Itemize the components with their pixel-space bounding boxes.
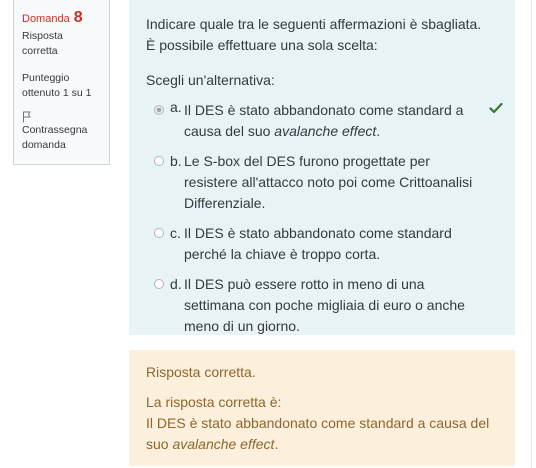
option-text-b: Le S-box del DES furono progettate per r…	[184, 153, 473, 211]
question-number: Domanda 8	[22, 10, 101, 27]
right-answer-label: La risposta corretta è:	[146, 394, 282, 410]
question-formulation: Indicare quale tra le seguenti affermazi…	[129, 0, 515, 335]
right-answer: La risposta corretta è: Il DES è stato ab…	[146, 392, 491, 455]
flag-question-link[interactable]: Contrassegna domanda	[22, 111, 101, 153]
radio-button-d[interactable]	[154, 279, 164, 289]
question-page: Domanda 8 Risposta corretta Punteggio ot…	[0, 0, 536, 468]
flag-icon[interactable]	[22, 111, 32, 123]
radio-button-a[interactable]	[154, 105, 164, 115]
right-answer-em: avalanche effect	[172, 436, 275, 452]
option-text-a-end: .	[376, 123, 381, 139]
page-edge-divider	[531, 0, 532, 468]
feedback-main: Risposta corretta.	[146, 364, 256, 380]
question-number-value: 8	[73, 9, 83, 26]
answer-options: a. Il DES è stato abbandonato come stand…	[146, 99, 503, 337]
option-text-a: Il DES è stato abbandonato come standard…	[184, 100, 474, 142]
question-state: Risposta corretta	[22, 30, 63, 57]
radio-button-c[interactable]	[154, 228, 164, 238]
option-text-a-em: avalanche effect	[274, 123, 377, 139]
check-icon	[489, 102, 503, 114]
answer-option-a[interactable]: a. Il DES è stato abbandonato come stand…	[146, 99, 503, 142]
question-text: Indicare quale tra le seguenti affermazi…	[146, 16, 482, 53]
flag-label[interactable]: Contrassegna domanda	[22, 123, 101, 153]
option-letter-d: d.	[170, 276, 182, 292]
question-info-panel: Domanda 8 Risposta corretta Punteggio ot…	[13, 0, 110, 165]
option-letter-a: a.	[170, 99, 182, 115]
feedback-panel: Risposta corretta. La risposta corretta …	[129, 350, 515, 466]
option-text-c: Il DES è stato abbandonato come standard…	[184, 225, 452, 262]
option-letter-c: c.	[170, 225, 181, 241]
answer-option-c[interactable]: c. Il DES è stato abbandonato come stand…	[146, 223, 499, 265]
answer-prompt: Scegli un'alternativa:	[146, 72, 275, 88]
right-answer-end: .	[274, 436, 279, 452]
option-letter-b: b.	[170, 153, 182, 169]
option-text-d: Il DES può essere rotto in meno di una s…	[184, 276, 465, 334]
answer-option-d[interactable]: d. Il DES può essere rotto in meno di un…	[146, 274, 499, 337]
radio-button-b[interactable]	[154, 156, 164, 166]
question-grade: Punteggio ottenuto 1 su 1	[22, 72, 92, 99]
answer-option-b[interactable]: b. Le S-box del DES furono progettate pe…	[146, 151, 499, 214]
question-label: Domanda	[22, 13, 70, 25]
